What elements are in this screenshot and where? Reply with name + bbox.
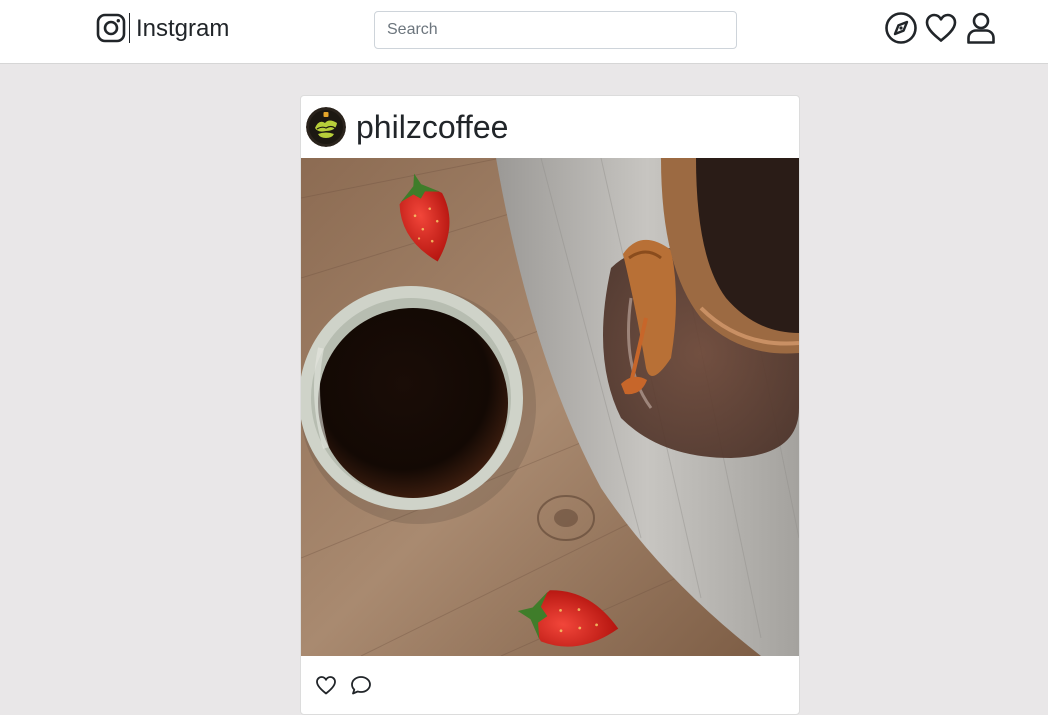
- instagram-logo-icon: [96, 13, 126, 43]
- user-icon[interactable]: [964, 11, 998, 45]
- post-header: philzcoffee: [301, 96, 799, 158]
- brand-divider: [129, 13, 130, 43]
- compass-icon[interactable]: [884, 11, 918, 45]
- brand[interactable]: Instgram: [96, 12, 229, 44]
- brand-name: Instgram: [136, 15, 230, 42]
- top-navbar: Instgram: [0, 0, 1048, 64]
- search-input[interactable]: [374, 11, 737, 49]
- heart-icon[interactable]: [924, 11, 958, 45]
- post-image[interactable]: [301, 158, 799, 656]
- nav-icons: [884, 10, 998, 46]
- post-username[interactable]: philzcoffee: [356, 107, 508, 147]
- post-card: philzcoffee: [300, 95, 800, 715]
- avatar[interactable]: [306, 107, 346, 147]
- philz-coffee-logo: [306, 107, 346, 147]
